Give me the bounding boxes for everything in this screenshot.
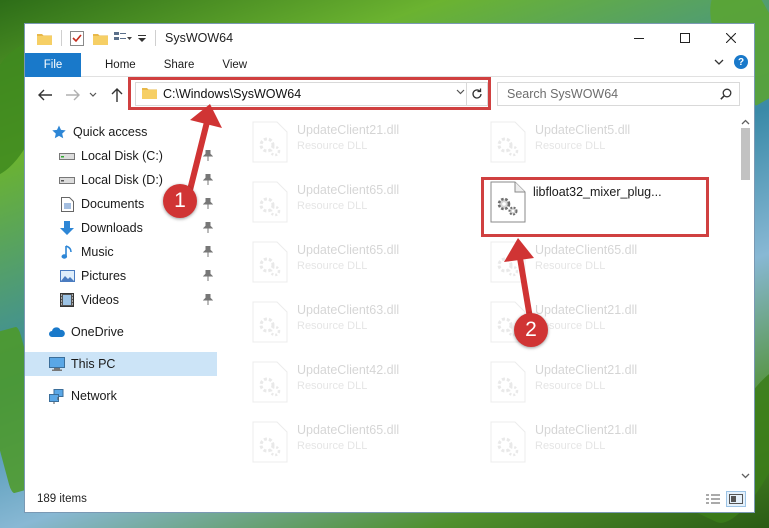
annotation-arrows bbox=[185, 104, 534, 321]
callout-badge-1: 1 bbox=[163, 184, 197, 218]
callout-badge-2: 2 bbox=[514, 313, 548, 347]
